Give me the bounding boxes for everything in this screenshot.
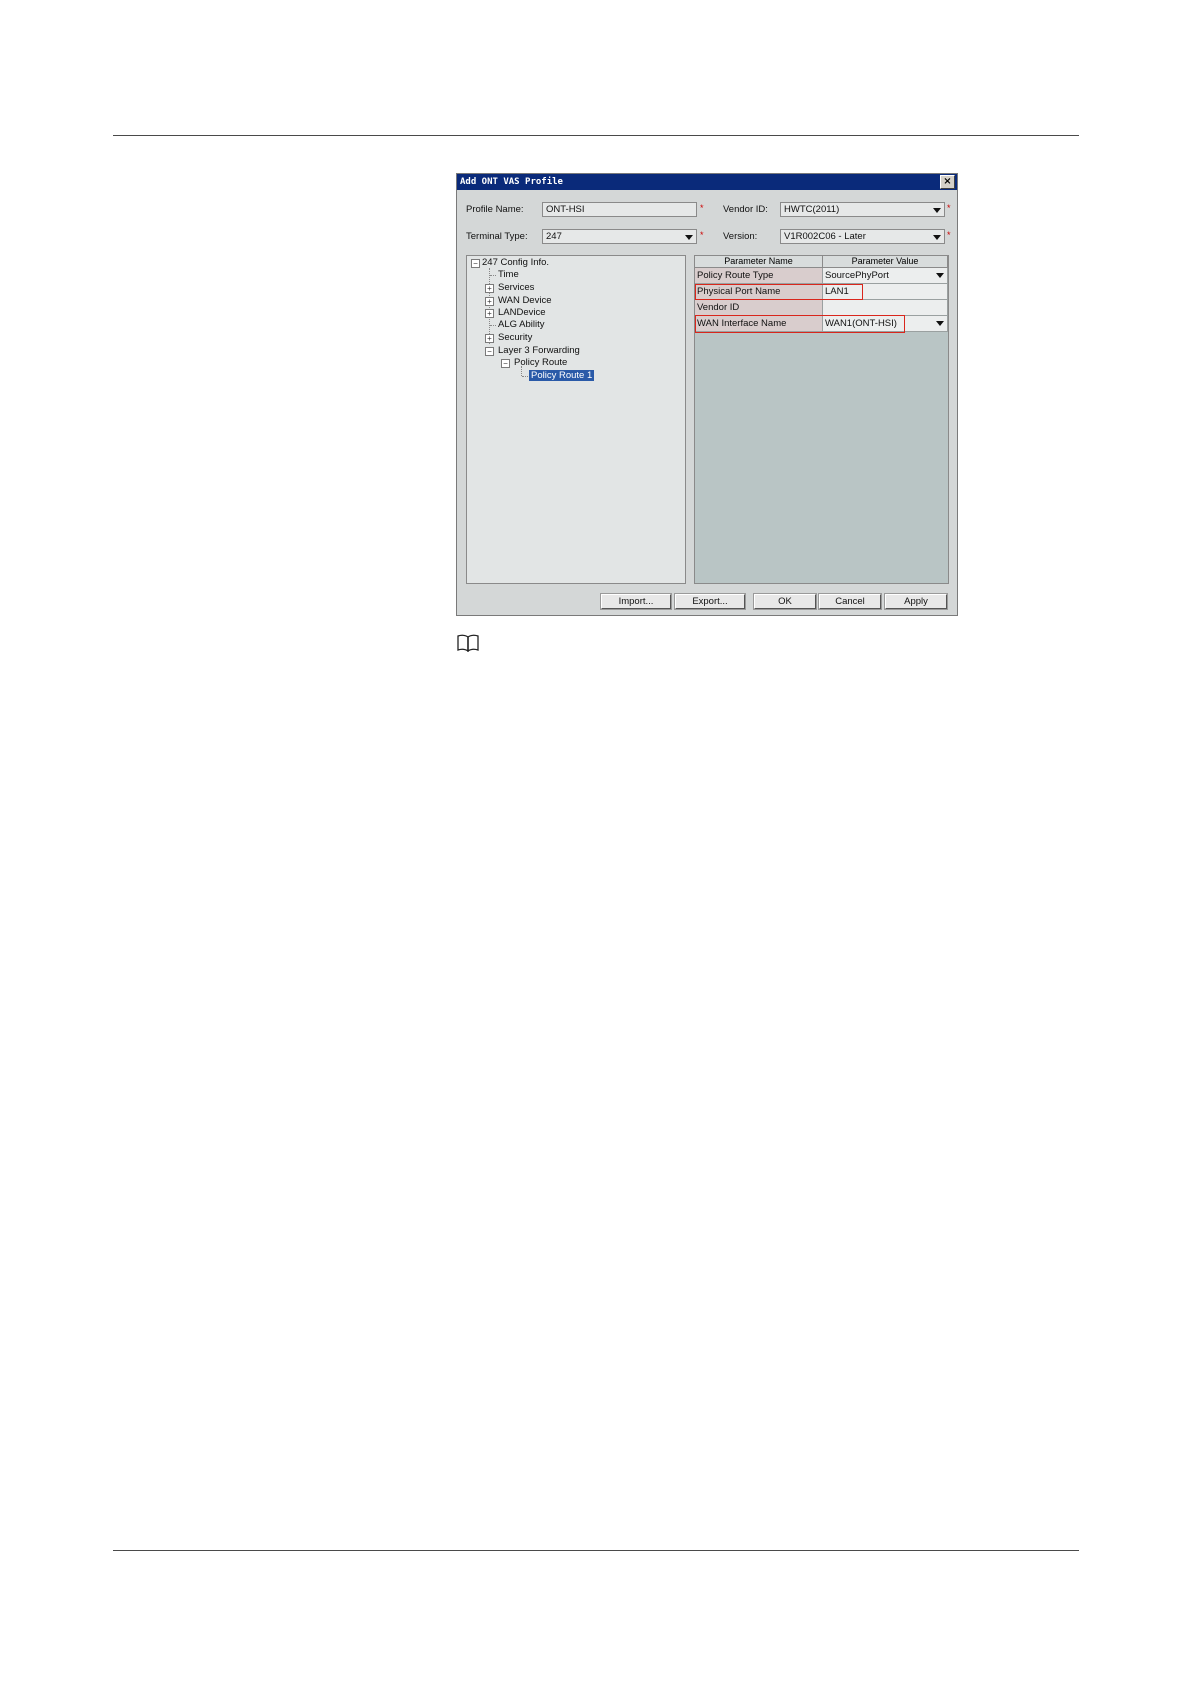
profile-name-input[interactable]: ONT-HSI bbox=[542, 202, 697, 217]
profile-name-label: Profile Name: bbox=[466, 204, 524, 215]
collapse-icon[interactable]: − bbox=[501, 359, 510, 368]
vendor-id-param-input[interactable] bbox=[823, 300, 948, 316]
version-label: Version: bbox=[723, 231, 758, 242]
grid-row-value: SourcePhyPort bbox=[825, 270, 889, 281]
chevron-down-icon bbox=[933, 235, 941, 240]
version-dropdown[interactable]: V1R002C06 - Later bbox=[780, 229, 945, 244]
tree-item-services[interactable]: Services bbox=[498, 282, 534, 293]
grid-row-name: Vendor ID bbox=[695, 300, 823, 316]
header-rule bbox=[113, 135, 1079, 136]
terminal-type-value: 247 bbox=[546, 231, 562, 242]
tree-item-wan-device[interactable]: WAN Device bbox=[498, 295, 552, 306]
grid-row-name: Policy Route Type bbox=[695, 268, 823, 284]
vendor-id-required-mark: * bbox=[947, 203, 951, 213]
vendor-id-label: Vendor ID: bbox=[723, 204, 768, 215]
profile-name-required-mark: * bbox=[700, 203, 704, 213]
tree-root[interactable]: 247 Config Info. bbox=[482, 257, 549, 268]
collapse-icon[interactable]: − bbox=[485, 347, 494, 356]
expand-icon[interactable]: + bbox=[485, 284, 494, 293]
tree-connector bbox=[522, 376, 528, 377]
parameter-grid: Parameter Name Parameter Value Policy Ro… bbox=[694, 255, 949, 584]
tree-connector bbox=[490, 325, 496, 326]
add-ont-vas-profile-dialog: Add ONT VAS Profile × Profile Name: ONT-… bbox=[456, 173, 958, 616]
tree-item-policy-route[interactable]: Policy Route bbox=[514, 357, 567, 368]
grid-header-name: Parameter Name bbox=[695, 256, 823, 268]
tree-item-alg-ability[interactable]: ALG Ability bbox=[498, 319, 544, 330]
tree-item-security[interactable]: Security bbox=[498, 332, 532, 343]
tree-connector bbox=[490, 275, 496, 276]
chevron-down-icon bbox=[936, 321, 944, 326]
terminal-type-required-mark: * bbox=[700, 230, 704, 240]
tree-connector bbox=[489, 268, 490, 344]
tree-item-time[interactable]: Time bbox=[498, 269, 519, 280]
chevron-down-icon bbox=[685, 235, 693, 240]
export-button[interactable]: Export... bbox=[674, 593, 746, 610]
dialog-titlebar: Add ONT VAS Profile × bbox=[457, 174, 957, 190]
version-required-mark: * bbox=[947, 230, 951, 240]
chevron-down-icon bbox=[933, 208, 941, 213]
config-tree[interactable]: − 247 Config Info. Time + Services + WAN… bbox=[466, 255, 686, 584]
cancel-button[interactable]: Cancel bbox=[818, 593, 882, 610]
tree-item-landevice[interactable]: LANDevice bbox=[498, 307, 546, 318]
grid-header-value: Parameter Value bbox=[823, 256, 948, 268]
book-icon bbox=[457, 634, 479, 652]
expand-icon[interactable]: + bbox=[485, 309, 494, 318]
chevron-down-icon bbox=[936, 273, 944, 278]
footer-rule bbox=[113, 1550, 1079, 1551]
collapse-icon[interactable]: − bbox=[471, 259, 480, 268]
expand-icon[interactable]: + bbox=[485, 297, 494, 306]
tree-connector bbox=[521, 366, 522, 376]
dialog-title: Add ONT VAS Profile bbox=[460, 177, 563, 187]
apply-button[interactable]: Apply bbox=[884, 593, 948, 610]
tree-item-layer3-forwarding[interactable]: Layer 3 Forwarding bbox=[498, 345, 580, 356]
ok-button[interactable]: OK bbox=[753, 593, 817, 610]
version-value: V1R002C06 - Later bbox=[784, 231, 866, 242]
expand-icon[interactable]: + bbox=[485, 334, 494, 343]
highlight-wan-interface bbox=[695, 315, 905, 333]
highlight-physical-port bbox=[695, 284, 863, 300]
close-button[interactable]: × bbox=[940, 175, 955, 189]
import-button[interactable]: Import... bbox=[600, 593, 672, 610]
tree-item-policy-route-1[interactable]: Policy Route 1 bbox=[529, 370, 595, 381]
vendor-id-dropdown[interactable]: HWTC(2011) bbox=[780, 202, 945, 217]
policy-route-type-dropdown[interactable]: SourcePhyPort bbox=[823, 268, 948, 284]
terminal-type-dropdown[interactable]: 247 bbox=[542, 229, 697, 244]
terminal-type-label: Terminal Type: bbox=[466, 231, 528, 242]
vendor-id-value: HWTC(2011) bbox=[784, 204, 840, 215]
